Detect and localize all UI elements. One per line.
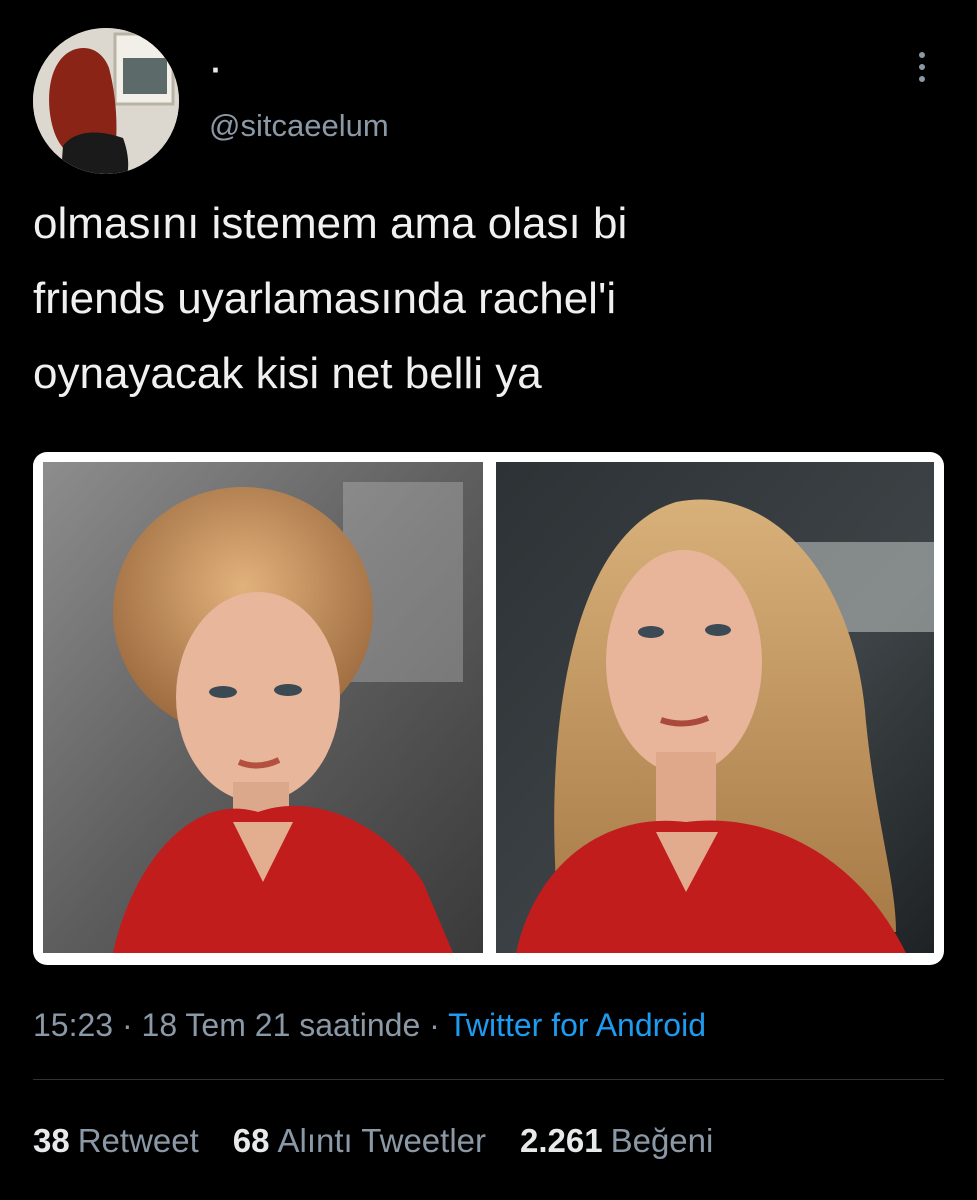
tweet-source-link[interactable]: Twitter for Android	[448, 1007, 706, 1043]
more-vertical-icon-dot	[919, 76, 925, 82]
tweet-text: olmasını istemem ama olası bi friends uy…	[33, 199, 628, 398]
likes-count: 2.261	[520, 1122, 603, 1159]
retweets-stat[interactable]: 38 Retweet	[33, 1118, 199, 1164]
retweets-label: Retweet	[77, 1122, 199, 1159]
tweet-media[interactable]	[33, 452, 944, 965]
retweets-count: 38	[33, 1122, 70, 1159]
divider	[33, 1079, 944, 1080]
likes-label: Beğeni	[610, 1122, 714, 1159]
separator-dot: ·	[121, 1007, 133, 1043]
likes-stat[interactable]: 2.261 Beğeni	[520, 1118, 713, 1164]
more-vertical-icon-dot	[919, 64, 925, 70]
tweet-date[interactable]: 18 Tem 21 saatinde	[142, 1007, 421, 1043]
quote-tweets-stat[interactable]: 68 Alıntı Tweetler	[233, 1118, 486, 1164]
tweet-time[interactable]: 15:23	[33, 1007, 113, 1043]
tweet-stats: 38 Retweet 68 Alıntı Tweetler 2.261 Beğeni	[33, 1118, 713, 1164]
quote-tweets-label: Alıntı Tweetler	[277, 1122, 487, 1159]
quote-tweets-count: 68	[232, 1122, 270, 1159]
media-photo-left[interactable]	[43, 462, 483, 953]
display-name[interactable]: ·	[211, 50, 222, 90]
media-photo-right[interactable]	[496, 462, 934, 953]
more-options-button[interactable]	[904, 44, 940, 90]
separator-dot: ·	[429, 1007, 440, 1043]
more-vertical-icon	[919, 52, 925, 58]
avatar[interactable]	[33, 28, 179, 174]
avatar-image	[33, 28, 179, 174]
user-handle[interactable]: @sitcaeelum	[209, 106, 389, 146]
tweet-meta: 15:23 · 18 Tem 21 saatinde · Twitter for…	[33, 1003, 706, 1047]
